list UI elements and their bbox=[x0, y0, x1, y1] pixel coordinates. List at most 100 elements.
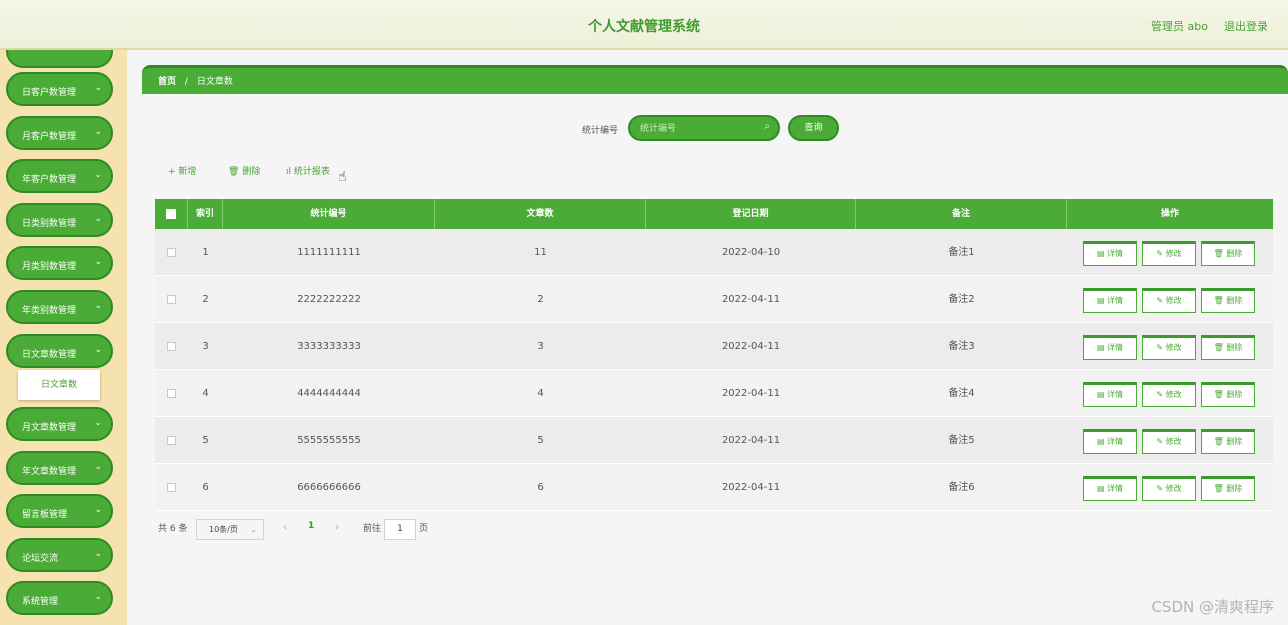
row-checkbox[interactable] bbox=[167, 294, 176, 304]
select-all-checkbox[interactable] bbox=[166, 208, 176, 219]
sidebar-item-monthly-articles[interactable]: 月文章数管理 ⌄ bbox=[6, 407, 113, 441]
add-button[interactable]: + 新增 bbox=[168, 164, 196, 177]
bar-chart-icon: ıl bbox=[286, 167, 292, 177]
cell-code: 6666666666 bbox=[297, 482, 361, 493]
sidebar-item-partial-top[interactable] bbox=[6, 50, 113, 68]
col-count: 文章数 bbox=[435, 199, 646, 229]
detail-button[interactable]: ▤ 详情 bbox=[1083, 335, 1137, 360]
delete-button-label: 删除 bbox=[1226, 249, 1243, 258]
chevron-down-icon: ⌄ bbox=[94, 170, 102, 180]
edit-button[interactable]: ✎ 修改 bbox=[1142, 382, 1196, 407]
chevron-down-icon: ⌄ bbox=[94, 257, 102, 267]
detail-button[interactable]: ▤ 详情 bbox=[1083, 476, 1137, 501]
trash-icon: 🗑 bbox=[1213, 343, 1224, 352]
cell-date: 2022-04-11 bbox=[721, 388, 781, 399]
report-button[interactable]: ıl 统计报表 bbox=[286, 164, 330, 177]
submenu-daily-articles[interactable]: 日文章数 bbox=[18, 370, 100, 400]
trash-icon: 🗑 bbox=[1213, 249, 1224, 258]
sidebar-item-yearly-customers[interactable]: 年客户数管理 ⌄ bbox=[6, 159, 113, 193]
row-checkbox[interactable] bbox=[167, 388, 176, 398]
cell-note: 备注1 bbox=[948, 247, 975, 258]
detail-button[interactable]: ▤ 详情 bbox=[1083, 241, 1137, 266]
chevron-down-icon: ⌄ bbox=[250, 525, 257, 534]
logout-link[interactable]: 退出登录 bbox=[1224, 18, 1268, 34]
prev-page-icon[interactable]: ‹ bbox=[283, 522, 287, 533]
chevron-down-icon: ⌄ bbox=[94, 592, 102, 602]
col-code: 统计编号 bbox=[223, 199, 435, 229]
header-select-all[interactable] bbox=[155, 199, 188, 229]
cell-count: 3 bbox=[537, 341, 544, 352]
sidebar-item-daily-categories[interactable]: 日类别数管理 ⌄ bbox=[6, 203, 113, 237]
cell-date: 2022-04-11 bbox=[721, 294, 781, 305]
pencil-icon: ✎ bbox=[1156, 390, 1164, 399]
next-page-icon[interactable]: › bbox=[335, 522, 339, 533]
document-icon: ▤ bbox=[1096, 296, 1105, 305]
sidebar-item-monthly-customers[interactable]: 月客户数管理 ⌄ bbox=[6, 116, 113, 150]
sidebar-item-label: 年客户数管理 bbox=[22, 175, 77, 185]
row-checkbox[interactable] bbox=[167, 247, 176, 257]
page-size-select[interactable]: 10条/页 ⌄ bbox=[196, 519, 264, 540]
delete-label: 删除 bbox=[242, 167, 261, 177]
pencil-icon: ✎ bbox=[1156, 343, 1164, 352]
detail-button-label: 详情 bbox=[1107, 484, 1124, 493]
table-row: 6 6666666666 6 2022-04-11 备注6 ▤ 详情 ✎ 修改 🗑 删除 bbox=[155, 464, 1273, 511]
sidebar-item-yearly-articles[interactable]: 年文章数管理 ⌄ bbox=[6, 451, 113, 485]
delete-button-label: 删除 bbox=[1226, 437, 1243, 446]
search-icon: ⌕ bbox=[764, 121, 770, 132]
edit-button[interactable]: ✎ 修改 bbox=[1142, 288, 1196, 313]
cell-note: 备注3 bbox=[948, 341, 975, 352]
detail-button[interactable]: ▤ 详情 bbox=[1083, 429, 1137, 454]
trash-icon: 🗑 bbox=[228, 167, 240, 177]
breadcrumb: 首页 / 日文章数 bbox=[142, 65, 1288, 94]
row-checkbox[interactable] bbox=[167, 435, 176, 445]
trash-icon: 🗑 bbox=[1213, 437, 1224, 446]
search-input[interactable] bbox=[640, 121, 758, 136]
delete-button-label: 删除 bbox=[1226, 484, 1243, 493]
delete-button[interactable]: 🗑 删除 bbox=[1201, 382, 1255, 407]
sidebar-item-label: 月文章数管理 bbox=[22, 423, 77, 433]
current-page-number[interactable]: 1 bbox=[308, 521, 314, 531]
sidebar-item-yearly-categories[interactable]: 年类别数管理 ⌄ bbox=[6, 290, 113, 324]
query-button[interactable]: 查询 bbox=[788, 115, 839, 141]
row-checkbox[interactable] bbox=[167, 482, 176, 492]
table-row: 5 5555555555 5 2022-04-11 备注5 ▤ 详情 ✎ 修改 🗑 删除 bbox=[155, 417, 1273, 464]
table-row: 1 1111111111 11 2022-04-10 备注1 ▤ 详情 ✎ 修改 🗑 删除 bbox=[155, 229, 1273, 276]
row-checkbox[interactable] bbox=[167, 341, 176, 351]
cell-code: 3333333333 bbox=[297, 341, 361, 352]
detail-button[interactable]: ▤ 详情 bbox=[1083, 288, 1137, 313]
sidebar-item-daily-articles[interactable]: 日文章数管理 ⌄ bbox=[6, 334, 113, 368]
sidebar-item-daily-customers[interactable]: 日客户数管理 ⌄ bbox=[6, 72, 113, 106]
edit-button[interactable]: ✎ 修改 bbox=[1142, 335, 1196, 360]
detail-button-label: 详情 bbox=[1107, 437, 1124, 446]
detail-button[interactable]: ▤ 详情 bbox=[1083, 382, 1137, 407]
delete-button[interactable]: 🗑 删除 bbox=[1201, 476, 1255, 501]
cell-count: 11 bbox=[534, 247, 547, 258]
delete-button[interactable]: 🗑 删除 bbox=[1201, 288, 1255, 313]
goto-page-input[interactable]: 1 bbox=[384, 519, 416, 540]
cell-index: 1 bbox=[202, 247, 209, 258]
chevron-down-icon: ⌄ bbox=[94, 301, 102, 311]
sidebar-item-label: 日类别数管理 bbox=[22, 219, 77, 229]
delete-button-label: 删除 bbox=[1226, 390, 1243, 399]
sidebar-item-label: 年类别数管理 bbox=[22, 306, 77, 316]
report-label: 统计报表 bbox=[293, 167, 330, 177]
delete-button[interactable]: 🗑 删除 bbox=[1201, 241, 1255, 266]
sidebar-item-forum[interactable]: 论坛交流 ⌄ bbox=[6, 538, 113, 572]
batch-delete-button[interactable]: 🗑 删除 bbox=[228, 164, 260, 177]
edit-button[interactable]: ✎ 修改 bbox=[1142, 241, 1196, 266]
edit-button[interactable]: ✎ 修改 bbox=[1142, 476, 1196, 501]
cell-note: 备注2 bbox=[948, 294, 975, 305]
sidebar-item-message-board[interactable]: 留言板管理 ⌄ bbox=[6, 494, 113, 528]
sidebar-item-system[interactable]: 系统管理 ⌄ bbox=[6, 581, 113, 615]
delete-button[interactable]: 🗑 删除 bbox=[1201, 429, 1255, 454]
delete-button[interactable]: 🗑 删除 bbox=[1201, 335, 1255, 360]
row-checkbox-cell bbox=[155, 323, 188, 370]
app-title: 个人文献管理系统 bbox=[588, 19, 700, 35]
breadcrumb-home[interactable]: 首页 bbox=[158, 77, 176, 87]
sidebar-item-monthly-categories[interactable]: 月类别数管理 ⌄ bbox=[6, 246, 113, 280]
row-checkbox-cell bbox=[155, 276, 188, 323]
cell-date: 2022-04-11 bbox=[721, 435, 781, 446]
detail-button-label: 详情 bbox=[1107, 296, 1124, 305]
search-box[interactable]: ⌕ bbox=[628, 115, 780, 141]
edit-button[interactable]: ✎ 修改 bbox=[1142, 429, 1196, 454]
